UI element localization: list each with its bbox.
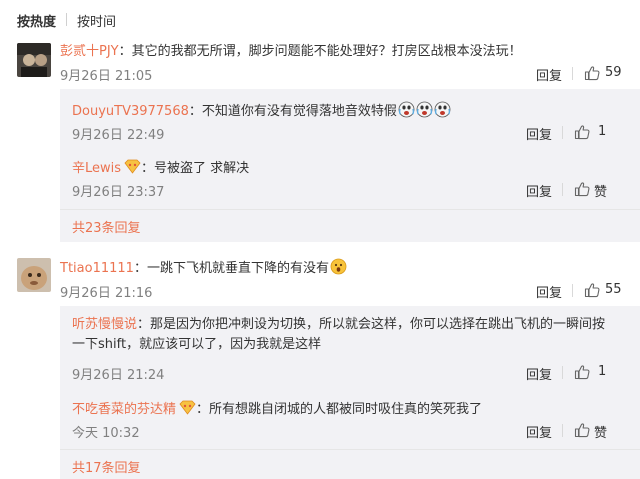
divider bbox=[66, 13, 67, 26]
thumbs-up-icon[interactable] bbox=[574, 364, 590, 380]
reply-button[interactable]: 回复 bbox=[526, 124, 552, 143]
reply-text-line: 辛Lewis ：号被盗了 求解决 bbox=[72, 159, 250, 176]
more-replies-link[interactable]: 共17条回复 bbox=[72, 457, 141, 476]
divider bbox=[572, 284, 573, 297]
reply-text: 那是因为你把冲刺设为切换，所以就会这样，你可以选择在跳出飞机的一瞬间按一下shi… bbox=[72, 317, 606, 352]
reply-date: 今天 10:32 bbox=[72, 426, 140, 441]
reply-text: 号被盗了 求解决 bbox=[154, 161, 250, 176]
reply-text: 不知道你有没有觉得落地音效特假 bbox=[201, 104, 397, 119]
divider bbox=[562, 183, 563, 196]
username-link[interactable]: 辛Lewis bbox=[72, 161, 121, 176]
thumbs-up-icon[interactable] bbox=[584, 65, 600, 81]
comment-text: 其它的我都无所谓，脚步问题能不能处理好？打房区战根本没法玩！ bbox=[131, 44, 522, 59]
like-count: 55 bbox=[605, 282, 622, 297]
thumbs-up-icon[interactable] bbox=[574, 181, 590, 197]
thumbs-up-icon[interactable] bbox=[574, 422, 590, 438]
reply-date: 9月26日 21:24 bbox=[72, 368, 165, 383]
laugh-cry-emoji bbox=[398, 101, 415, 118]
divider bbox=[562, 366, 563, 379]
comment-date: 9月26日 21:05 bbox=[60, 69, 153, 84]
surprised-emoji bbox=[330, 258, 347, 275]
comment-text-line: 彭贰十PJY：其它的我都无所谓，脚步问题能不能处理好？打房区战根本没法玩！ bbox=[60, 44, 522, 59]
reply-button[interactable]: 回复 bbox=[536, 282, 562, 301]
username-link[interactable]: 听苏慢慢说 bbox=[72, 317, 137, 332]
divider bbox=[60, 449, 640, 450]
sort-bar: 按热度 按时间 bbox=[0, 0, 640, 38]
reply-text-line: 不吃香菜的芬达精 ：所有想跳自闭城的人都被同时吸住真的笑死我了 bbox=[72, 400, 483, 417]
reply-button[interactable]: 回复 bbox=[526, 181, 552, 200]
like-label: 赞 bbox=[594, 185, 608, 200]
reply-button[interactable]: 回复 bbox=[526, 422, 552, 441]
vip-badge-icon bbox=[179, 400, 196, 415]
reply-text-line: 听苏慢慢说：那是因为你把冲刺设为切换，所以就会这样，你可以选择在跳出飞机的一瞬间… bbox=[72, 317, 606, 352]
vip-badge-icon bbox=[124, 159, 141, 174]
divider bbox=[572, 67, 573, 80]
divider bbox=[60, 209, 640, 210]
sort-by-hot-tab[interactable]: 按热度 bbox=[17, 11, 56, 30]
like-label: 赞 bbox=[594, 426, 608, 441]
reply-date: 9月26日 22:49 bbox=[72, 128, 165, 143]
sort-by-time-tab[interactable]: 按时间 bbox=[77, 11, 116, 30]
username-link[interactable]: 彭贰十PJY bbox=[60, 44, 119, 59]
laugh-cry-emoji bbox=[416, 101, 433, 118]
reply-button[interactable]: 回复 bbox=[526, 364, 552, 383]
comment-text: 一跳下飞机就垂直下降的有没有 bbox=[146, 261, 329, 276]
thumbs-up-icon[interactable] bbox=[574, 124, 590, 140]
thumbs-up-icon[interactable] bbox=[584, 282, 600, 298]
laugh-cry-emoji bbox=[434, 101, 451, 118]
like-count: 1 bbox=[598, 364, 607, 379]
like-count: 59 bbox=[605, 65, 622, 80]
avatar[interactable] bbox=[17, 258, 51, 292]
divider bbox=[562, 126, 563, 139]
avatar[interactable] bbox=[17, 43, 51, 77]
username-link[interactable]: Ttiao11111 bbox=[60, 261, 134, 276]
username-link[interactable]: 不吃香菜的芬达精 bbox=[72, 402, 176, 417]
comment-date: 9月26日 21:16 bbox=[60, 286, 153, 301]
reply-date: 9月26日 23:37 bbox=[72, 185, 165, 200]
like-count: 1 bbox=[598, 124, 607, 139]
more-replies-link[interactable]: 共23条回复 bbox=[72, 217, 141, 236]
comment-text-line: Ttiao11111：一跳下飞机就垂直下降的有没有 bbox=[60, 257, 347, 276]
reply-text-line: DouyuTV3977568：不知道你有没有觉得落地音效特假 bbox=[72, 100, 451, 119]
reply-button[interactable]: 回复 bbox=[536, 65, 562, 84]
username-link[interactable]: DouyuTV3977568 bbox=[72, 104, 189, 119]
reply-text: 所有想跳自闭城的人都被同时吸住真的笑死我了 bbox=[209, 402, 483, 417]
divider bbox=[562, 424, 563, 437]
